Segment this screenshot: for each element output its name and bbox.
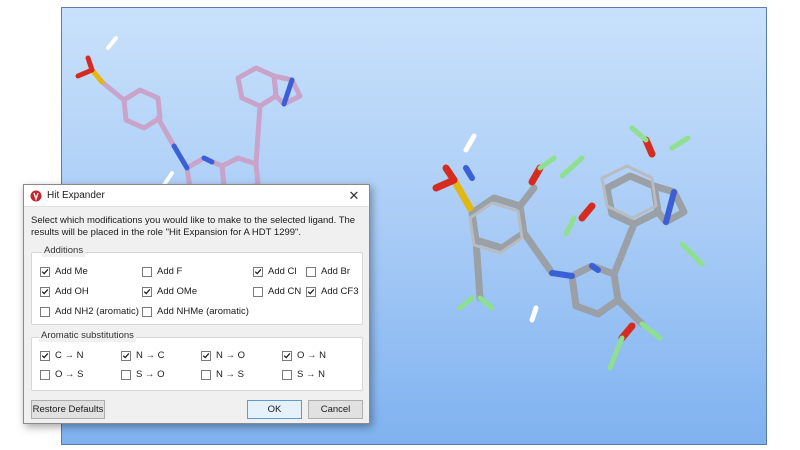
checkmark-icon <box>202 353 210 359</box>
checkmark-icon <box>41 353 49 359</box>
checkbox-label: S → N <box>297 369 325 380</box>
checkbox-row[interactable]: Add OH <box>40 286 89 297</box>
checkbox[interactable] <box>40 266 50 277</box>
checkbox-label: Add Cl <box>268 266 297 277</box>
checkmark-icon <box>283 353 291 359</box>
checkbox-row[interactable]: N → S <box>201 369 244 380</box>
cancel-button[interactable]: Cancel <box>308 400 363 419</box>
checkbox[interactable] <box>142 286 152 297</box>
ligand-left <box>75 36 303 199</box>
checkbox[interactable] <box>253 286 263 297</box>
checkbox[interactable] <box>121 350 131 361</box>
checkbox-row[interactable]: S → O <box>121 369 165 380</box>
checkbox[interactable] <box>306 266 316 277</box>
checkbox-row[interactable]: Add CN <box>253 286 301 297</box>
checkbox-label: Add NHMe (aromatic) <box>157 306 249 317</box>
checkbox-label: Add CF3 <box>321 286 359 297</box>
checkbox[interactable] <box>282 369 292 380</box>
checkbox-label: S → O <box>136 369 165 380</box>
checkbox[interactable] <box>253 266 263 277</box>
checkbox[interactable] <box>142 306 152 317</box>
ok-button[interactable]: OK <box>247 400 302 419</box>
checkbox-row[interactable]: Add Cl <box>253 266 297 277</box>
checkbox-label: Add OMe <box>157 286 198 297</box>
checkbox-row[interactable]: O → N <box>282 350 326 361</box>
checkbox-label: C → N <box>55 350 84 361</box>
checkbox-label: Add Br <box>321 266 351 277</box>
checkbox-label: Add OH <box>55 286 89 297</box>
additions-group: Additions Add Me Add F Add Cl Add Br Add OH A… <box>31 245 363 325</box>
close-icon[interactable]: ✕ <box>345 187 363 205</box>
checkbox[interactable] <box>40 286 50 297</box>
checkbox-row[interactable]: Add F <box>142 266 182 277</box>
restore-defaults-button[interactable]: Restore Defaults <box>31 400 105 419</box>
checkmark-icon <box>307 289 315 295</box>
checkbox[interactable] <box>40 369 50 380</box>
checkbox-row[interactable]: Add CF3 <box>306 286 359 297</box>
checkbox-row[interactable]: O → S <box>40 369 84 380</box>
aromatic-substitutions-title: Aromatic substitutions <box>39 330 136 342</box>
checkbox[interactable] <box>142 266 152 277</box>
checkbox-label: Add CN <box>268 286 302 297</box>
ligand-right <box>432 125 705 371</box>
checkbox-label: Add NH2 (aromatic) <box>55 306 139 317</box>
dialog-title: Hit Expander <box>47 190 105 201</box>
checkbox-row[interactable]: S → N <box>282 369 325 380</box>
checkmark-icon <box>41 269 49 275</box>
checkbox-row[interactable]: Add OMe <box>142 286 197 297</box>
checkbox[interactable] <box>40 350 50 361</box>
checkbox[interactable] <box>282 350 292 361</box>
checkmark-icon <box>41 289 49 295</box>
dialog-description: Select which modifications you would lik… <box>31 215 356 238</box>
checkbox-row[interactable]: C → N <box>40 350 84 361</box>
checkbox[interactable] <box>306 286 316 297</box>
checkbox-row[interactable]: N → C <box>121 350 165 361</box>
checkbox-label: O → S <box>55 369 84 380</box>
checkbox-label: N → O <box>216 350 246 361</box>
checkbox-label: O → N <box>297 350 327 361</box>
checkbox-label: N → C <box>136 350 165 361</box>
checkbox-row[interactable]: Add NHMe (aromatic) <box>142 306 249 317</box>
checkbox[interactable] <box>40 306 50 317</box>
checkmark-icon <box>143 289 151 295</box>
checkbox-row[interactable]: Add Br <box>306 266 350 277</box>
checkbox-row[interactable]: N → O <box>201 350 245 361</box>
checkbox[interactable] <box>121 369 131 380</box>
checkbox-label: N → S <box>216 369 244 380</box>
dialog-titlebar[interactable]: Hit Expander ✕ <box>24 185 369 207</box>
hit-expander-dialog: Hit Expander ✕ Select which modification… <box>23 184 370 424</box>
checkbox[interactable] <box>201 369 211 380</box>
checkbox-row[interactable]: Add NH2 (aromatic) <box>40 306 139 317</box>
checkmark-icon <box>254 269 262 275</box>
checkbox-label: Add F <box>157 266 183 277</box>
checkbox-row[interactable]: Add Me <box>40 266 88 277</box>
checkmark-icon <box>122 353 130 359</box>
aromatic-substitutions-group: Aromatic substitutions C → N N → C N → O O … <box>31 330 363 391</box>
checkbox[interactable] <box>201 350 211 361</box>
additions-title: Additions <box>42 245 86 257</box>
hit-expander-icon <box>30 190 42 201</box>
checkbox-label: Add Me <box>55 266 88 277</box>
